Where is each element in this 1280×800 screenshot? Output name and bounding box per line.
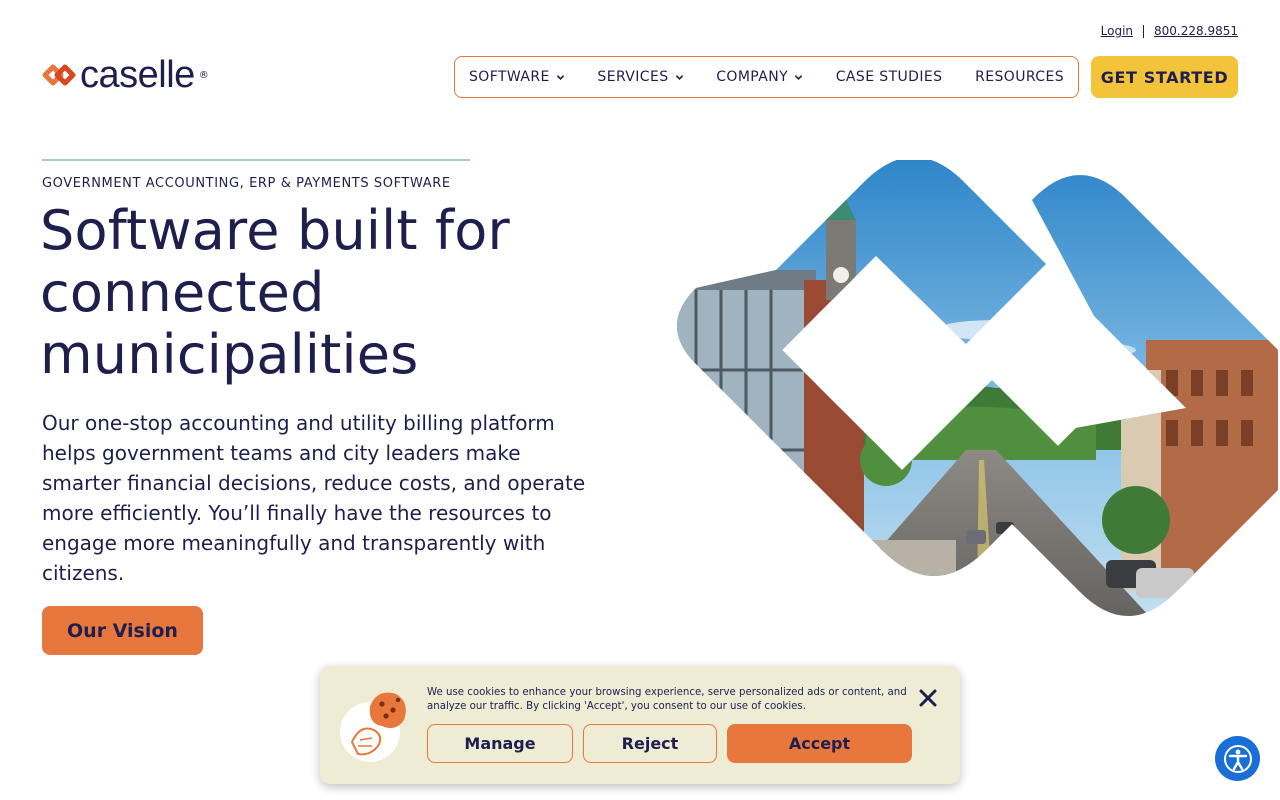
- caselle-logo-icon: [42, 64, 76, 86]
- nav-item-case-studies[interactable]: CASE STUDIES: [836, 69, 943, 85]
- chevron-down-icon: [794, 74, 803, 80]
- accessibility-button[interactable]: [1215, 736, 1260, 781]
- hero-eyebrow: GOVERNMENT ACCOUNTING, ERP & PAYMENTS SO…: [42, 176, 451, 191]
- hero-headline: Software built for connected municipalit…: [40, 199, 510, 386]
- nav-item-company[interactable]: COMPANY: [716, 69, 803, 85]
- nav-item-label: COMPANY: [716, 69, 789, 85]
- close-icon[interactable]: [918, 688, 938, 708]
- registered-mark: ®: [198, 69, 209, 81]
- reject-cookies-button[interactable]: Reject: [583, 724, 717, 763]
- accessibility-icon: [1223, 744, 1252, 773]
- cookie-message: We use cookies to enhance your browsing …: [427, 687, 907, 712]
- utility-separator: [1143, 24, 1145, 38]
- nav-item-services[interactable]: SERVICES: [597, 69, 683, 85]
- chevron-down-icon: [556, 74, 564, 80]
- login-link[interactable]: Login: [1101, 24, 1133, 38]
- nav-item-label: SOFTWARE: [469, 69, 550, 85]
- cookie-illustration: [340, 692, 406, 762]
- nav-item-label: CASE STUDIES: [835, 69, 943, 85]
- hero-divider: [42, 159, 470, 161]
- hero-town-image: [677, 160, 1278, 616]
- cookie-banner: We use cookies to enhance your browsing …: [320, 666, 960, 784]
- logo-wordmark: caselle: [80, 54, 195, 96]
- our-vision-button[interactable]: Our Vision: [42, 606, 203, 655]
- accept-cookies-button[interactable]: Accept: [727, 724, 912, 763]
- manage-cookies-button[interactable]: Manage: [427, 724, 573, 763]
- phone-link[interactable]: 800.228.9851: [1154, 24, 1238, 38]
- nav-item-resources[interactable]: RESOURCES: [975, 69, 1064, 85]
- nav-item-software[interactable]: SOFTWARE: [469, 69, 565, 85]
- hero-description: Our one-stop accounting and utility bill…: [42, 411, 586, 585]
- nav-item-label: RESOURCES: [975, 69, 1064, 85]
- nav-item-label: SERVICES: [597, 69, 669, 85]
- utility-links: Login 800.228.9851: [1101, 24, 1238, 38]
- get-started-button[interactable]: GET STARTED: [1091, 56, 1238, 98]
- site-logo[interactable]: caselle ®: [42, 56, 209, 94]
- main-nav: SOFTWARE SERVICES COMPANY CASE STUDIES R…: [454, 56, 1079, 98]
- chevron-down-icon: [675, 74, 683, 80]
